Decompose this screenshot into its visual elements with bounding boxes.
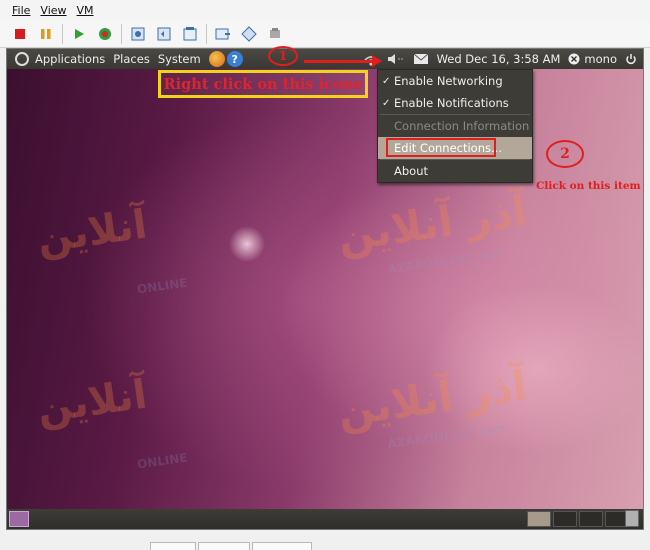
desktop-wallpaper: آنلاین ONLINE آذر آنلاین AZARONLINE.com … [7, 69, 643, 509]
show-desktop-icon[interactable] [9, 511, 29, 527]
annotation-step-1-number: 1 [268, 46, 298, 66]
unity-button[interactable] [239, 24, 259, 44]
top-panel: Applications Places System ? Wed Dec 16,… [7, 49, 643, 69]
checkmark-icon: ✓ [382, 75, 391, 87]
snapshot-manager-button[interactable] [180, 24, 200, 44]
annotation-arrow [304, 60, 376, 63]
annotation-arrow-head [372, 55, 382, 67]
play-button[interactable] [69, 24, 89, 44]
menu-item-about[interactable]: About [378, 160, 532, 182]
watermark-persian-3: آنلاین [34, 371, 150, 433]
panel-username: mono [584, 52, 617, 66]
help-icon[interactable]: ? [226, 51, 243, 67]
annotation-step-2-number: 2 [546, 140, 584, 168]
unity-icon [241, 25, 257, 42]
stop-icon [15, 28, 25, 39]
annotation-step-1-text: Right click on this icone [158, 70, 368, 98]
panel-indicators: Wed Dec 16, 3:58 AM mono [363, 49, 637, 69]
user-status-icon [568, 53, 580, 65]
annotation-step-2-text: Click on this item [536, 180, 641, 192]
toolbar-separator [121, 23, 122, 44]
watermark-online: ONLINE [136, 275, 189, 297]
panel-clock[interactable]: Wed Dec 16, 3:58 AM [437, 52, 561, 66]
menu-item-label: About [394, 164, 429, 178]
host-tab[interactable] [198, 542, 250, 550]
toolbar-separator [62, 23, 63, 44]
snapshot-manager-icon [183, 26, 197, 40]
revert-snapshot-icon [157, 27, 171, 40]
reset-icon [99, 27, 111, 40]
menu-view[interactable]: View [40, 4, 66, 17]
watermark-persian: آنلاین [34, 201, 150, 263]
watermark-online-2: ONLINE [136, 450, 189, 472]
mail-icon[interactable] [413, 53, 429, 65]
firefox-icon[interactable] [208, 51, 225, 67]
host-tab[interactable] [150, 542, 196, 550]
network-context-menu: ✓ Enable Networking ✓ Enable Notificatio… [377, 69, 533, 183]
trash-icon[interactable] [625, 510, 639, 527]
workspace-3[interactable] [579, 511, 603, 527]
menu-item-enable-networking[interactable]: ✓ Enable Networking [378, 70, 532, 92]
toolbar-separator [206, 23, 207, 44]
revert-snapshot-button[interactable] [154, 24, 174, 44]
settings-button[interactable] [265, 24, 285, 44]
host-toolbar [0, 20, 650, 48]
volume-icon[interactable] [387, 53, 405, 65]
host-status-bar [0, 532, 650, 550]
ubuntu-logo-icon[interactable] [15, 52, 29, 66]
menu-item-label: Enable Notifications [394, 96, 509, 110]
play-icon [75, 28, 84, 39]
user-menu[interactable]: mono [568, 52, 617, 66]
pause-button[interactable] [36, 24, 56, 44]
workspace-1[interactable] [527, 511, 551, 527]
reset-button[interactable] [95, 24, 115, 44]
panel-menu-system[interactable]: System [158, 52, 201, 66]
power-icon[interactable] [625, 53, 637, 65]
guest-screen[interactable]: آنلاین ONLINE آذر آنلاین AZARONLINE.com … [6, 48, 644, 530]
fullscreen-button[interactable] [213, 24, 233, 44]
snapshot-icon [131, 27, 145, 40]
menu-vm[interactable]: VM [77, 4, 94, 17]
settings-icon [270, 27, 280, 38]
stop-button[interactable] [10, 24, 30, 44]
menu-item-label: Enable Networking [394, 74, 503, 88]
watermark-azar: AZARONLINE.com [386, 245, 507, 277]
annotation-highlight-box [386, 138, 496, 157]
menu-item-connection-information: Connection Information [378, 115, 532, 137]
menu-item-label: Connection Information [394, 119, 530, 133]
snapshot-button[interactable] [128, 24, 148, 44]
panel-menu-places[interactable]: Places [113, 52, 150, 66]
fullscreen-icon [215, 28, 230, 39]
checkmark-icon: ✓ [382, 97, 391, 109]
host-menubar: File View VM [0, 0, 650, 20]
watermark-azar-2: AZARONLINE.com [386, 420, 507, 452]
pause-icon [41, 28, 51, 39]
menu-file[interactable]: File [12, 4, 30, 17]
host-tab[interactable] [252, 542, 312, 550]
bottom-panel [7, 509, 643, 529]
menu-item-enable-notifications[interactable]: ✓ Enable Notifications [378, 92, 532, 114]
workspace-2[interactable] [553, 511, 577, 527]
panel-menu-applications[interactable]: Applications [35, 52, 105, 66]
